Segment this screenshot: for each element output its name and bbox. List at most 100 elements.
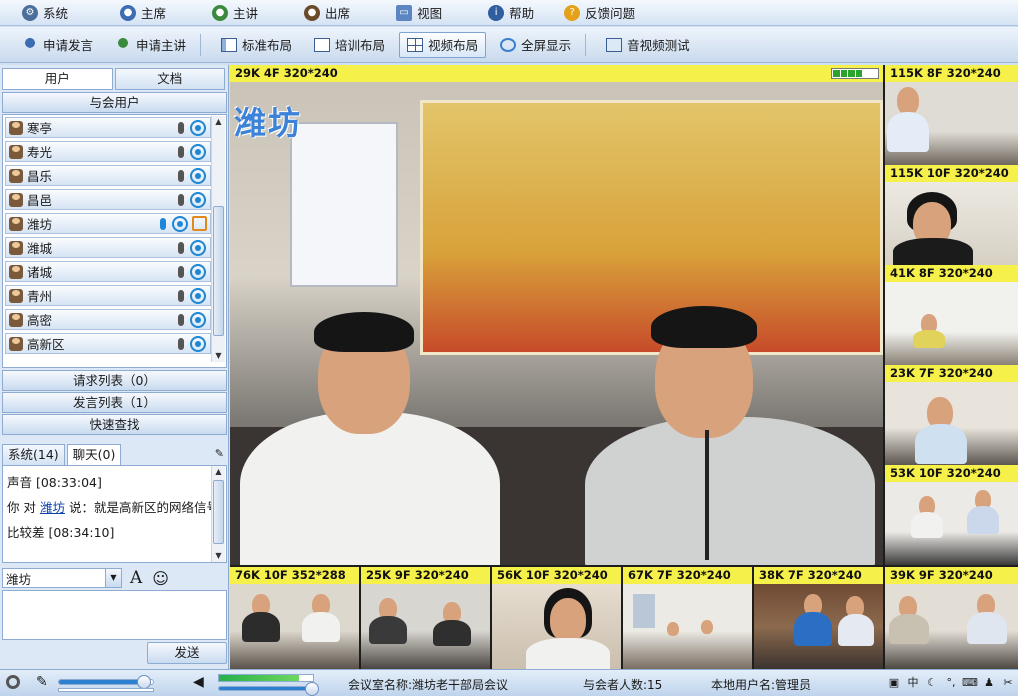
mic-icon[interactable] (178, 193, 184, 206)
user-row[interactable]: 诸城 (5, 261, 211, 282)
chat-input[interactable] (2, 590, 227, 640)
mic-icon[interactable]: ✎ (36, 674, 48, 690)
video-thumbnail[interactable] (361, 584, 490, 669)
info-icon: i (488, 4, 505, 21)
slider-knob[interactable] (305, 682, 319, 696)
fullscreen-button[interactable]: 全屏显示 (492, 32, 579, 58)
mic-icon[interactable] (178, 241, 184, 254)
user-mic-icon (22, 37, 38, 52)
video-thumbnail[interactable] (885, 584, 1018, 669)
scroll-down-icon[interactable]: ▼ (212, 350, 225, 362)
user-row[interactable]: 潍城 (5, 237, 211, 258)
speaker-volume-slider[interactable] (218, 682, 319, 696)
menu-presenter[interactable]: ● 主讲 (204, 2, 266, 24)
speaker-icon[interactable]: ◀ (193, 674, 204, 690)
menu-help[interactable]: i 帮助 (480, 2, 542, 24)
font-icon[interactable]: A (130, 568, 142, 588)
video-thumbnail[interactable] (885, 382, 1018, 465)
emoji-icon[interactable]: ☺ (152, 569, 169, 588)
av-test-button[interactable]: 音视频测试 (598, 32, 698, 58)
mic-icon[interactable] (178, 145, 184, 158)
search-icon[interactable]: ▣ (886, 675, 902, 691)
video-thumbnail[interactable] (885, 82, 1018, 165)
keyboard-icon[interactable]: ⌨ (962, 675, 978, 691)
request-present-button[interactable]: 申请主讲 (107, 32, 194, 58)
mic-icon[interactable] (178, 265, 184, 278)
menu-chairman[interactable]: ● 主席 (112, 2, 174, 24)
mic-icon[interactable] (178, 169, 184, 182)
request-speak-button[interactable]: 申请发言 (14, 32, 101, 58)
ime-label[interactable]: 中 (905, 675, 921, 691)
video-thumbnail[interactable] (492, 584, 621, 669)
camera-icon[interactable] (190, 335, 206, 352)
camera-icon[interactable] (190, 239, 206, 256)
menu-attend[interactable]: ● 出席 (296, 2, 358, 24)
user-row[interactable]: 昌邑 (5, 189, 211, 210)
user-row[interactable]: 寿光 (5, 141, 211, 162)
layout-video-button[interactable]: 视频布局 (399, 31, 487, 58)
camera-icon[interactable] (190, 119, 206, 136)
video-thumbnail[interactable] (885, 182, 1018, 265)
slider-knob[interactable] (137, 675, 152, 689)
request-list-button[interactable]: 请求列表（0） (2, 370, 227, 391)
wrench-icon[interactable]: ✂ (1000, 675, 1016, 691)
pin-icon[interactable]: ✎ (215, 444, 224, 466)
tab-users[interactable]: 用户 (2, 68, 113, 90)
punctuation-icon[interactable]: °, (943, 675, 959, 691)
menu-system[interactable]: ⚙ 系统 (14, 2, 76, 24)
video-thumbnail[interactable] (623, 584, 752, 669)
chat-user-link[interactable]: 潍坊 (40, 500, 65, 515)
video-thumbnail[interactable] (885, 282, 1018, 365)
user-icon[interactable]: ♟ (981, 675, 997, 691)
layout-training-button[interactable]: 培训布局 (306, 32, 393, 58)
scroll-up-icon[interactable]: ▲ (212, 466, 225, 478)
camera-icon[interactable] (190, 263, 206, 280)
mic-icon[interactable] (178, 313, 184, 326)
video-thumbnail[interactable] (754, 584, 883, 669)
scroll-up-icon[interactable]: ▲ (212, 116, 225, 128)
scrollbar-thumb[interactable] (213, 480, 224, 544)
user-row[interactable]: 高密 (5, 309, 211, 330)
chat-scrollbar[interactable]: ▲ ▼ (211, 466, 225, 562)
user-row[interactable]: 高新区 (5, 333, 211, 354)
user-row[interactable]: 昌乐 (5, 165, 211, 186)
mic-volume-slider[interactable] (58, 675, 154, 689)
user-row-selected[interactable]: 潍坊 (5, 213, 211, 234)
grid-icon (407, 37, 424, 52)
attendees-header[interactable]: 与会用户 (2, 92, 227, 113)
chat-target-select[interactable]: 潍坊 ▼ (2, 568, 122, 588)
speak-list-button[interactable]: 发言列表（1） (2, 392, 227, 413)
tab-chat[interactable]: 聊天(0) (66, 444, 122, 466)
chat-message: 声音 [08:33:04] (7, 475, 102, 490)
user-row[interactable]: 寒亭 (5, 117, 211, 138)
camera-icon[interactable] (190, 311, 206, 328)
video-thumbnail[interactable] (885, 482, 1018, 565)
camera-icon[interactable] (190, 287, 206, 304)
moon-icon[interactable]: ☾ (924, 675, 940, 691)
video-thumbnail[interactable] (230, 584, 359, 669)
gear-icon: ⚙ (22, 4, 38, 21)
send-button[interactable]: 发送 (147, 642, 227, 664)
tab-docs[interactable]: 文档 (114, 68, 225, 90)
tab-system-messages[interactable]: 系统(14) (2, 444, 65, 466)
mic-icon[interactable] (160, 217, 166, 230)
scrollbar-thumb[interactable] (213, 206, 224, 336)
scroll-down-icon[interactable]: ▼ (212, 550, 225, 562)
camera-icon[interactable] (190, 167, 206, 184)
mic-icon[interactable] (178, 337, 184, 350)
main-video[interactable]: 潍坊 (230, 82, 883, 565)
mic-icon[interactable] (178, 289, 184, 302)
edit-icon[interactable] (192, 216, 207, 231)
chevron-down-icon[interactable]: ▼ (105, 569, 121, 587)
layout-standard-button[interactable]: 标准布局 (213, 32, 300, 58)
mic-icon[interactable] (178, 121, 184, 134)
camera-icon[interactable] (172, 215, 188, 232)
user-row[interactable]: 青州 (5, 285, 211, 306)
webcam-icon[interactable] (6, 675, 20, 689)
menu-feedback[interactable]: ? 反馈问题 (556, 2, 643, 24)
user-list-scrollbar[interactable]: ▲ ▼ (211, 116, 225, 362)
camera-icon[interactable] (190, 143, 206, 160)
menu-view[interactable]: ▭ 视图 (388, 2, 450, 24)
camera-icon[interactable] (190, 191, 206, 208)
quick-search-button[interactable]: 快速查找 (2, 414, 227, 435)
